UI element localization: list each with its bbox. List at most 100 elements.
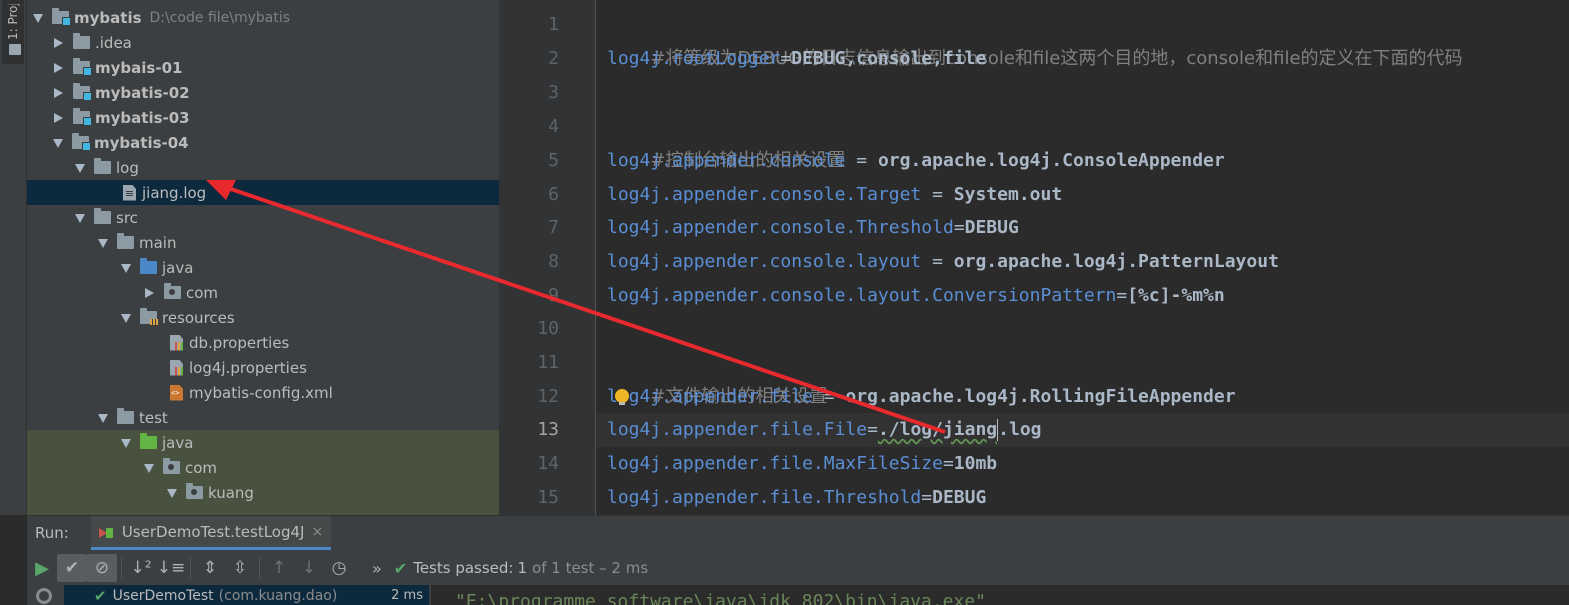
show-ignored-stop-icon[interactable]: ⊘ <box>87 554 117 582</box>
run-tab-title: UserDemoTest.testLog4J <box>121 522 305 541</box>
tree-item-label: mybatis-config.xml <box>189 383 333 402</box>
tool-window-strip: 1: Project <box>0 0 27 515</box>
property-key: log4j.appender.console.Target <box>607 184 922 205</box>
tree-item-label: com <box>186 283 219 302</box>
equals-sign: = <box>780 48 792 69</box>
line-number: 10 <box>537 318 559 339</box>
chevron-down-icon[interactable] <box>167 489 177 498</box>
check-icon: ✔ <box>393 558 408 578</box>
chevron-down-icon[interactable] <box>98 239 108 248</box>
tree-item-label: log4j.properties <box>189 358 307 377</box>
expand-all-icon[interactable]: ⇕ <box>195 554 225 582</box>
line-number-current: 13 <box>537 419 559 440</box>
tree-item-test-com[interactable]: com <box>27 455 499 480</box>
chevron-down-icon[interactable] <box>53 139 63 148</box>
toolbar-separator <box>259 557 260 579</box>
tree-item-mybatis-03[interactable]: mybatis-03 <box>27 105 499 130</box>
tree-item-idea[interactable]: .idea <box>27 30 499 55</box>
tree-item-src[interactable]: src <box>27 205 499 230</box>
bulb-icon[interactable] <box>615 389 629 405</box>
line-number: 7 <box>548 217 559 238</box>
chevron-down-icon[interactable] <box>75 214 85 223</box>
chevron-down-icon[interactable] <box>75 164 85 173</box>
chevron-down-icon[interactable] <box>121 439 131 448</box>
tree-item-root[interactable]: mybatis D:\code file\mybatis <box>27 5 499 30</box>
toolbar-separator <box>190 557 191 579</box>
tree-item-resources[interactable]: resources <box>27 305 499 330</box>
chevron-down-icon[interactable] <box>144 464 154 473</box>
tree-item-main[interactable]: main <box>27 230 499 255</box>
up-arrow-icon[interactable]: ↑ <box>264 554 294 582</box>
chevron-down-icon[interactable] <box>98 414 108 423</box>
code-line-11: #文件输出的相关设置 <box>607 346 827 407</box>
package-icon <box>163 458 180 474</box>
chevron-down-icon[interactable] <box>33 14 43 23</box>
test-duration: 2 ms <box>391 588 423 603</box>
chevron-right-icon[interactable] <box>54 62 63 73</box>
folder-icon <box>73 33 90 49</box>
folder-icon <box>94 208 111 224</box>
tree-item-label: log <box>116 158 139 177</box>
show-passed-check-icon[interactable]: ✔ <box>57 554 87 582</box>
history-icon[interactable]: ◷ <box>324 554 354 582</box>
run-tab[interactable]: UserDemoTest.testLog4J × <box>90 516 332 550</box>
code-editor[interactable]: 1 2 3 4 5 6 7 8 9 10 11 12 13 14 15 #将等级… <box>499 0 1569 515</box>
more-chevron-icon[interactable]: » <box>372 559 382 578</box>
collapse-all-icon[interactable]: ⇳ <box>225 554 255 582</box>
code-line-7: log4j.appender.console.Threshold=DEBUG <box>607 211 1019 245</box>
code-line-13[interactable]: log4j.appender.file.File=./log/jiang.log <box>596 413 1569 447</box>
tree-item-mybais-01[interactable]: mybais-01 <box>27 55 499 80</box>
tree-item-log4j-properties[interactable]: log4j.properties <box>27 355 499 380</box>
equals-sign: = <box>942 453 954 474</box>
tree-item-label: main <box>139 233 177 252</box>
folder-icon <box>9 44 21 55</box>
test-tree-row[interactable]: ✔ UserDemoTest (com.kuang.dao) 2 ms <box>64 585 429 605</box>
gear-icon[interactable] <box>36 588 52 604</box>
tree-item-mybatis-04[interactable]: mybatis-04 <box>27 130 499 155</box>
code-line-12: log4j.appender.file = org.apache.log4j.R… <box>607 380 1236 414</box>
tree-item-label: mybais-01 <box>95 58 183 77</box>
properties-file-icon <box>170 334 183 351</box>
tree-item-kuang[interactable]: kuang <box>27 480 499 505</box>
root-path: D:\code file\mybatis <box>149 9 291 26</box>
project-tool-tab[interactable]: 1: Project <box>2 0 24 64</box>
line-number: 6 <box>548 184 559 205</box>
sort-alpha-icon[interactable]: ↓² <box>126 554 156 582</box>
tree-item-label: db.properties <box>189 333 290 352</box>
chevron-right-icon[interactable] <box>54 112 63 123</box>
tree-item-mybatis-02[interactable]: mybatis-02 <box>27 80 499 105</box>
chevron-right-icon[interactable] <box>145 287 154 298</box>
tree-item-main-com[interactable]: com <box>27 280 499 305</box>
tree-item-partial <box>27 505 499 515</box>
tree-item-test-java[interactable]: java <box>27 430 499 455</box>
tree-item-main-java[interactable]: java <box>27 255 499 280</box>
chevron-down-icon[interactable] <box>121 264 131 273</box>
tree-item-log[interactable]: log <box>27 155 499 180</box>
tree-item-label: java <box>162 258 194 277</box>
tree-item-db-properties[interactable]: db.properties <box>27 330 499 355</box>
close-icon[interactable]: × <box>311 524 323 540</box>
property-key: log4j.appender.console.layout.Conversion… <box>607 285 1117 306</box>
tree-item-label: resources <box>162 308 235 327</box>
sort-duration-icon[interactable]: ↓≡ <box>156 554 186 582</box>
equals-sign: = <box>921 251 954 272</box>
project-tree: mybatis D:\code file\mybatis .idea mybai… <box>27 0 499 515</box>
property-key: log4j.appender.file.Threshold <box>607 487 922 508</box>
tree-item-test[interactable]: test <box>27 405 499 430</box>
equals-sign: = <box>953 217 965 238</box>
code-line-1: #将等级为DEBUG的日志信息输出到console和file这两个目的地，con… <box>607 8 1462 69</box>
tree-item-jiang-log[interactable]: jiang.log <box>27 180 499 205</box>
tree-item-mybatis-config[interactable]: mybatis-config.xml <box>27 380 499 405</box>
run-icon[interactable]: ▶ <box>27 554 57 582</box>
line-number: 5 <box>548 150 559 171</box>
down-arrow-icon[interactable]: ↓ <box>294 554 324 582</box>
console-output[interactable]: "E:\programme software\java\jdk 802\bin\… <box>431 585 1569 605</box>
equals-sign: = <box>812 386 846 407</box>
chevron-right-icon[interactable] <box>54 37 63 48</box>
line-number: 3 <box>548 82 559 103</box>
property-key: log4j.appender.console <box>607 150 846 171</box>
property-value: DEBUG,console,file <box>791 48 987 69</box>
line-number: 12 <box>537 386 559 407</box>
chevron-right-icon[interactable] <box>54 87 63 98</box>
chevron-down-icon[interactable] <box>121 314 131 323</box>
